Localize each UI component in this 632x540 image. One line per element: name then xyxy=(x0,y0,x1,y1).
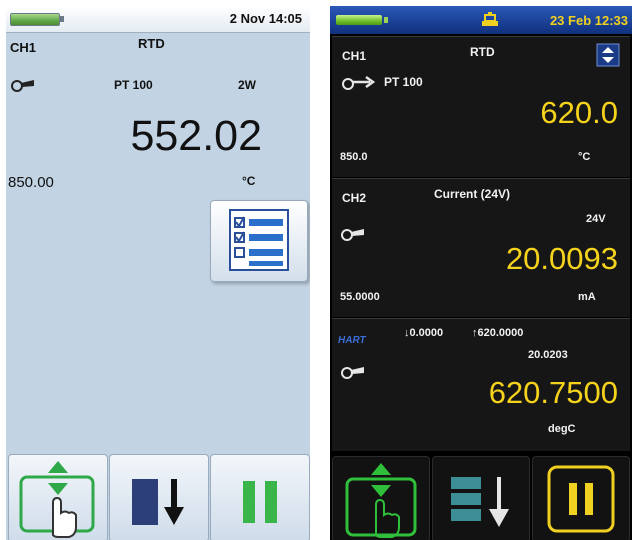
battery-terminal xyxy=(384,17,388,23)
light-calibrator-screen: 2 Nov 14:05 CH1 RTD PT 100 2W 552.02 850… xyxy=(6,6,310,540)
unit-label: °C xyxy=(578,151,591,163)
function-label[interactable]: RTD xyxy=(138,36,165,51)
range-value: 850.00 xyxy=(8,174,54,191)
channel-label[interactable]: CH1 xyxy=(10,40,36,55)
menu-list-icon xyxy=(229,209,289,271)
probe-icon xyxy=(340,363,366,384)
date-time: 23 Feb 12:33 xyxy=(549,13,628,28)
battery-icon xyxy=(336,15,382,25)
softkey-step[interactable] xyxy=(109,454,209,540)
unit-label: °C xyxy=(242,174,256,188)
battery-terminal xyxy=(60,16,64,22)
pause-icon xyxy=(243,481,277,523)
range-low: ↓0.0000 xyxy=(404,327,444,339)
sensor-type[interactable]: PT 100 xyxy=(114,78,153,92)
softkey-step[interactable] xyxy=(432,456,530,540)
unit-label: degC xyxy=(548,423,576,435)
probe-icon xyxy=(10,76,36,97)
wiring-mode[interactable]: 2W xyxy=(238,78,256,92)
step-down-icon xyxy=(451,477,509,527)
menu-button[interactable] xyxy=(210,200,308,282)
primary-reading: 552.02 xyxy=(130,112,262,160)
channel-label[interactable]: CH2 xyxy=(342,191,366,205)
ch1-reading: 620.0 xyxy=(540,95,618,130)
up-down-arrow-icon[interactable] xyxy=(596,43,620,72)
pause-icon xyxy=(547,465,615,533)
hart-panel[interactable]: HART ↓0.0000 ↑620.0000 20.0203 620.7500 … xyxy=(332,318,630,451)
status-bar: 23 Feb 12:33 xyxy=(330,6,632,34)
secondary-value: 20.0203 xyxy=(528,349,568,361)
hart-reading: 620.7500 xyxy=(488,375,618,410)
channel-label[interactable]: CH1 xyxy=(342,49,366,63)
step-down-icon xyxy=(132,479,184,525)
ch2-panel[interactable]: CH2 Current (24V) 24V 20.0093 55.0000 mA xyxy=(332,178,630,317)
ch2-reading: 20.0093 xyxy=(505,241,618,276)
softkey-adjust[interactable] xyxy=(8,454,108,540)
ch1-panel[interactable]: CH1 RTD PT 100 620.0 850.0 °C xyxy=(332,36,630,177)
softkey-bar xyxy=(330,452,632,540)
function-label[interactable]: Current (24V) xyxy=(434,187,510,201)
probe-icon xyxy=(340,225,366,246)
up-down-hand-icon xyxy=(19,461,95,538)
softkey-pause[interactable] xyxy=(532,456,630,540)
up-down-hand-icon xyxy=(345,463,417,538)
sensor-type[interactable]: PT 100 xyxy=(384,75,423,89)
unit-label: mA xyxy=(578,291,596,303)
date-time: 2 Nov 14:05 xyxy=(229,11,302,26)
softkey-adjust[interactable] xyxy=(332,456,430,540)
range-high: ↑620.0000 xyxy=(472,327,524,339)
function-label[interactable]: RTD xyxy=(470,45,495,59)
probe-icon xyxy=(340,73,376,96)
status-bar: 2 Nov 14:05 xyxy=(6,6,310,33)
range-value: 850.0 xyxy=(340,151,368,163)
range-value: 55.0000 xyxy=(340,291,380,303)
softkey-pause[interactable] xyxy=(210,454,310,540)
softkey-bar xyxy=(6,448,310,540)
loop-power-label: 24V xyxy=(586,213,606,225)
battery-icon xyxy=(10,13,60,26)
hart-label: HART xyxy=(338,335,366,346)
usb-icon xyxy=(480,12,500,33)
dark-calibrator-screen: 23 Feb 12:33 CH1 RTD PT 100 620.0 850.0 … xyxy=(330,6,632,540)
